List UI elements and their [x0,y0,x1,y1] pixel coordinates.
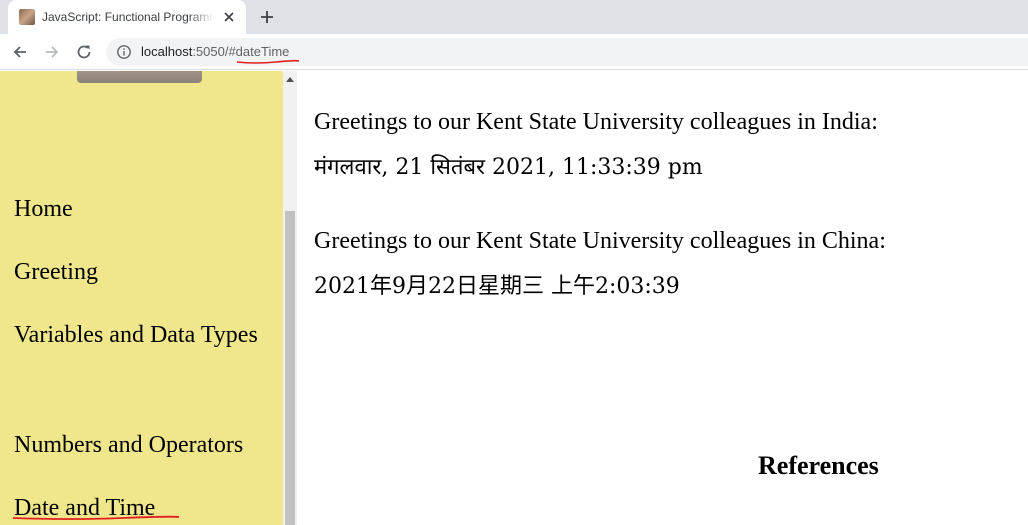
india-datetime: मंगलवार, 21 सितंबर 2021, 11:33:39 pm [314,155,703,180]
sidebar-item-numbers-and-operators[interactable]: Numbers and Operators [14,421,269,469]
sidebar-scrollbar[interactable] [283,71,297,525]
nav-annotation-underline [12,515,180,520]
india-greeting: Greetings to our Kent State University c… [314,109,878,135]
sidebar-item-greeting[interactable]: Greeting [14,248,269,296]
back-arrow-icon[interactable] [10,42,30,62]
references-heading: References [758,451,879,480]
avatar [77,71,202,83]
url-annotation-underline [236,59,300,64]
portrait-favicon-icon [19,9,35,25]
close-icon[interactable] [221,9,237,25]
scrollbar-thumb[interactable] [285,211,295,525]
plus-icon[interactable] [258,8,276,26]
browser-tab-strip: JavaScript: Functional Programming [0,0,1028,34]
forward-arrow-icon[interactable] [42,42,62,62]
sidebar: Home Greeting Variables and Data Types N… [0,71,283,525]
url-host: localhost [141,44,193,59]
scroll-up-arrow-icon[interactable] [286,76,294,82]
sidebar-item-variables-and-data-types[interactable]: Variables and Data Types [14,311,269,359]
reload-icon[interactable] [74,42,94,62]
sidebar-item-home[interactable]: Home [14,185,269,233]
main-content: Greetings to our Kent State University c… [297,71,1028,525]
browser-tab[interactable]: JavaScript: Functional Programming [8,0,246,34]
china-greeting: Greetings to our Kent State University c… [314,228,886,254]
info-icon[interactable] [116,44,132,60]
tab-title: JavaScript: Functional Programming [42,10,214,24]
browser-toolbar: localhost:5050/#dateTime [0,34,1028,70]
china-datetime: 2021年9月22日星期三 上午2:03:39 [314,274,680,299]
